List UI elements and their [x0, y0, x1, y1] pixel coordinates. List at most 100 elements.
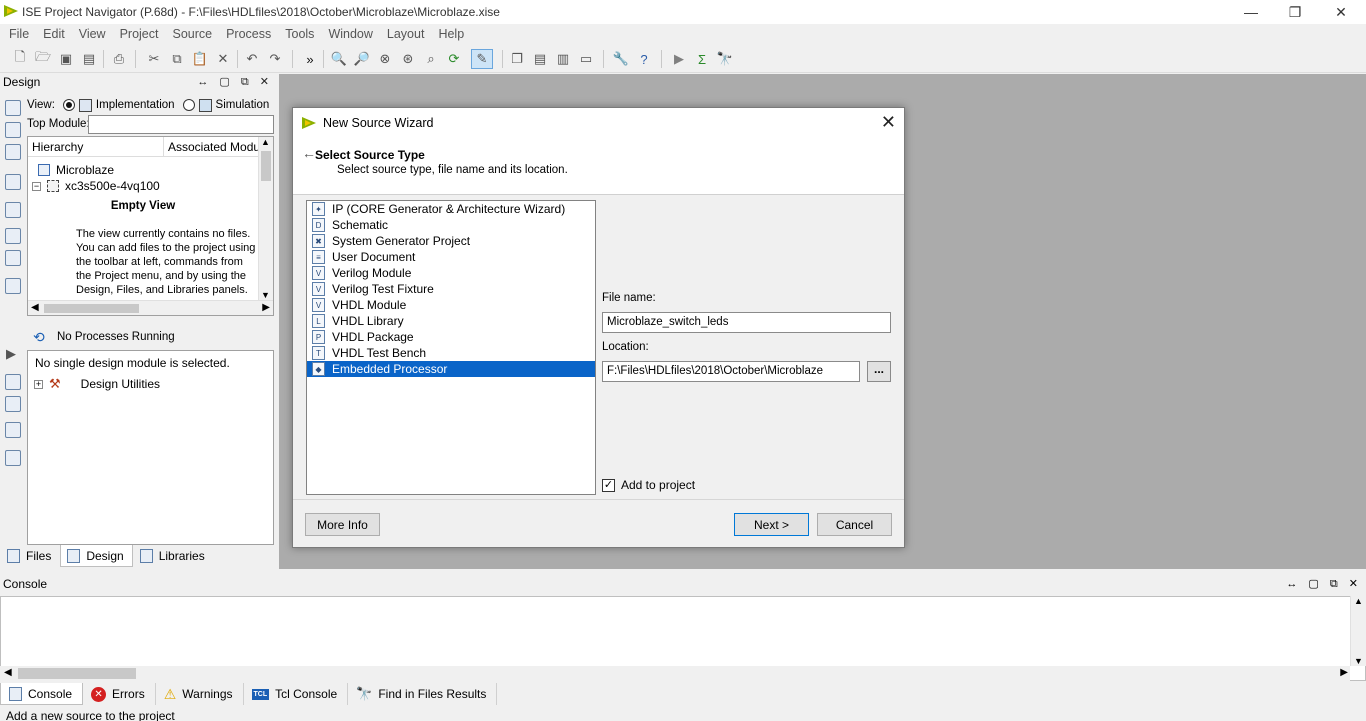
collapse-icon[interactable]: −	[32, 181, 41, 191]
console-vertical-scrollbar[interactable]: ▲ ▼	[1350, 596, 1366, 666]
new-file-icon[interactable]: 🗋	[10, 49, 30, 69]
delete-icon[interactable]: ✕	[213, 49, 233, 69]
back-arrow-icon[interactable]: ←	[302, 145, 316, 161]
scroll-right-icon[interactable]: ▶	[262, 302, 270, 313]
tab-errors[interactable]: ✕ Errors	[83, 683, 156, 705]
menu-window[interactable]: Window	[321, 27, 379, 41]
menu-layout[interactable]: Layout	[380, 27, 432, 41]
edit-source-icon[interactable]	[5, 250, 21, 266]
browse-button[interactable]: ...	[867, 361, 891, 382]
add-to-project-checkbox[interactable]: ✓	[602, 478, 615, 492]
scroll-thumb[interactable]	[44, 304, 139, 313]
minimize-all-icon[interactable]: ▭	[576, 49, 596, 69]
process-view-icon[interactable]	[5, 450, 21, 466]
zoom-in-icon[interactable]: 🔍	[329, 49, 349, 69]
open-folder-icon[interactable]: 🗁	[33, 49, 53, 69]
hierarchy-vertical-scrollbar[interactable]: ▲ ▼	[258, 137, 273, 300]
source-type-item[interactable]: D Schematic	[307, 217, 595, 233]
top-module-input[interactable]	[88, 115, 274, 134]
save-icon[interactable]: ▣	[56, 49, 76, 69]
design-utilities-item[interactable]: + ⚒ Design Utilities	[34, 376, 160, 392]
tile-vertical-icon[interactable]: ▥	[553, 49, 573, 69]
source-type-item[interactable]: ≡ User Document	[307, 249, 595, 265]
source-type-item[interactable]: ✖ System Generator Project	[307, 233, 595, 249]
source-type-item[interactable]: V Verilog Test Fixture	[307, 281, 595, 297]
scroll-left-icon[interactable]: ◀	[4, 667, 12, 678]
next-button[interactable]: Next >	[734, 513, 809, 536]
scroll-thumb[interactable]	[261, 151, 271, 181]
run-icon[interactable]: ▶	[669, 49, 689, 69]
scroll-right-icon[interactable]: ▶	[1340, 667, 1348, 678]
tree-item-device[interactable]: − xc3s500e-4vq100	[32, 179, 160, 193]
add-source-icon[interactable]	[5, 144, 21, 160]
process-tree-expand-icon[interactable]	[5, 396, 21, 412]
source-type-item[interactable]: P VHDL Package	[307, 329, 595, 345]
paste-icon[interactable]: 📋	[190, 49, 210, 69]
redo-icon[interactable]: ↷	[265, 49, 285, 69]
telescope-icon[interactable]: 🔭	[715, 49, 735, 69]
console-panel-controls[interactable]: ↔ ▢ ⧉ ✕	[1286, 576, 1362, 592]
wrench-icon[interactable]: 🔧	[611, 49, 631, 69]
menu-process[interactable]: Process	[219, 27, 278, 41]
file-name-input[interactable]: Microblaze_switch_leds	[602, 312, 891, 333]
menu-help[interactable]: Help	[431, 27, 471, 41]
zoom-out-icon[interactable]: 🔎	[352, 49, 372, 69]
context-help-icon[interactable]: ?	[634, 49, 654, 69]
save-all-icon[interactable]: ▤	[79, 49, 99, 69]
tile-horizontal-icon[interactable]: ▤	[530, 49, 550, 69]
add-new-source-icon[interactable]	[5, 100, 21, 116]
more-info-button[interactable]: More Info	[305, 513, 380, 536]
refresh-icon[interactable]: ⟳	[444, 49, 464, 69]
process-tree-icon[interactable]	[5, 374, 21, 390]
source-type-item[interactable]: V Verilog Module	[307, 265, 595, 281]
menu-file[interactable]: File	[2, 27, 36, 41]
source-type-item[interactable]: ✦ IP (CORE Generator & Architecture Wizar…	[307, 201, 595, 217]
source-properties-icon[interactable]	[5, 202, 21, 218]
scroll-down-icon[interactable]: ▼	[261, 290, 270, 300]
hierarchy-horizontal-scrollbar[interactable]: ◀ ▶	[28, 300, 273, 315]
cut-icon[interactable]: ✂	[144, 49, 164, 69]
menu-project[interactable]: Project	[113, 27, 166, 41]
undo-icon[interactable]: ↶	[242, 49, 262, 69]
view-panel-icon[interactable]	[5, 278, 21, 294]
tab-console[interactable]: Console	[0, 683, 84, 705]
tab-find-in-files[interactable]: 🔭 Find in Files Results	[348, 683, 498, 705]
open-source-icon[interactable]	[5, 228, 21, 244]
design-utilities-icon[interactable]: ✎	[471, 49, 493, 69]
copy-icon[interactable]: ⧉	[167, 49, 187, 69]
simulation-radio[interactable]	[182, 99, 195, 111]
source-type-item[interactable]: V VHDL Module	[307, 297, 595, 313]
cancel-button[interactable]: Cancel	[817, 513, 892, 536]
scroll-left-icon[interactable]: ◀	[31, 302, 39, 313]
scroll-up-icon[interactable]: ▲	[261, 137, 270, 147]
toolbar-overflow-icon[interactable]: »	[300, 49, 320, 69]
process-properties-icon[interactable]	[5, 422, 21, 438]
implementation-radio[interactable]	[62, 99, 75, 111]
hierarchy-expand-icon[interactable]	[5, 174, 21, 190]
scroll-down-icon[interactable]: ▼	[1354, 656, 1363, 666]
add-copy-source-icon[interactable]	[5, 122, 21, 138]
panel-controls[interactable]: ↔ ▢ ⧉ ✕	[197, 75, 273, 89]
menu-edit[interactable]: Edit	[36, 27, 72, 41]
tab-files[interactable]: Files	[0, 545, 60, 567]
menu-tools[interactable]: Tools	[278, 27, 321, 41]
close-window-button[interactable]: ✕	[1318, 0, 1364, 24]
source-type-item[interactable]: ◆ Embedded Processor	[307, 361, 595, 377]
tab-design[interactable]: Design	[60, 545, 133, 567]
zoom-full-icon[interactable]: ⊗	[375, 49, 395, 69]
dialog-close-icon[interactable]: ✕	[881, 112, 896, 133]
tab-warnings[interactable]: ⚠ Warnings	[156, 683, 244, 705]
expand-icon[interactable]: +	[34, 379, 43, 389]
zoom-area-icon[interactable]: ⌕	[421, 49, 441, 69]
menu-source[interactable]: Source	[165, 27, 219, 41]
zoom-selection-icon[interactable]: ⊛	[398, 49, 418, 69]
source-type-item[interactable]: T VHDL Test Bench	[307, 345, 595, 361]
tree-item-project[interactable]: Microblaze	[38, 163, 114, 177]
restore-button[interactable]: ❐	[1272, 0, 1318, 24]
tab-libraries[interactable]: Libraries	[133, 545, 214, 567]
associated-module-column-header[interactable]: Associated Module	[164, 137, 269, 156]
minimize-button[interactable]: —	[1228, 0, 1274, 24]
cascade-windows-icon[interactable]: ❐	[507, 49, 527, 69]
print-icon[interactable]: ⎙	[109, 49, 129, 69]
scroll-thumb[interactable]	[18, 668, 136, 679]
